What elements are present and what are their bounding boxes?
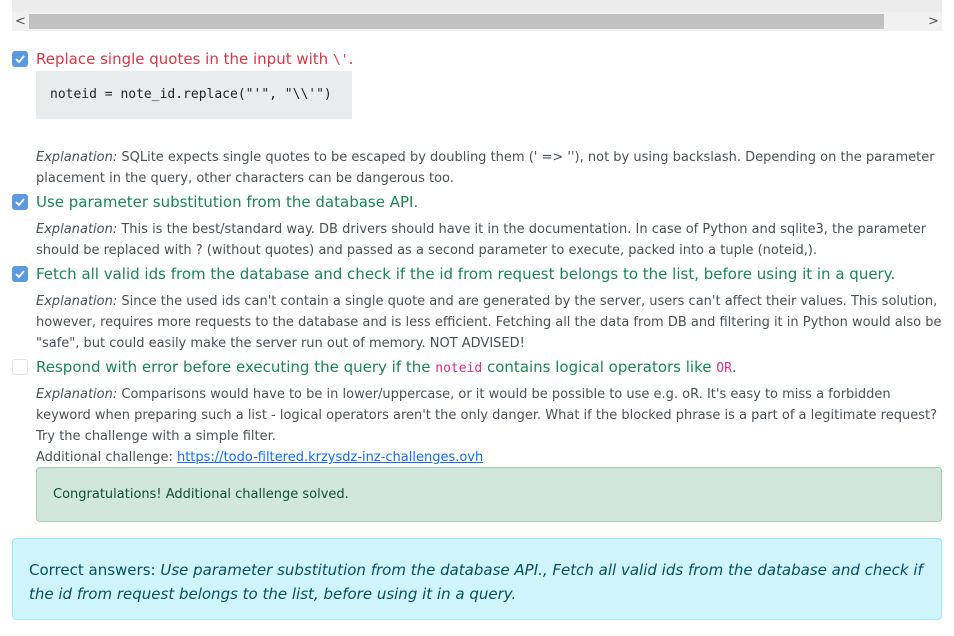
option-4-label-middle: contains logical operators like [482, 358, 717, 376]
option-1-label-suffix: . [348, 50, 354, 68]
option-1-code-block: noteid = note_id.replace("'", "\\'") [36, 71, 352, 119]
explanation-lead: Explanation: [36, 150, 118, 165]
check-icon [15, 55, 25, 64]
explanation-text: This is the best/standard way. DB driver… [36, 222, 927, 258]
option-4-label-code: noteid [435, 361, 483, 376]
option-1-checkbox[interactable] [12, 51, 28, 67]
explanation-lead: Explanation: [36, 294, 118, 309]
option-1-explanation: Explanation: SQLite expects single quote… [36, 147, 942, 189]
scroll-left-icon[interactable]: < [12, 12, 29, 31]
option-4-label-suffix: . [731, 358, 737, 376]
correct-answers-alert: Correct answers: Use parameter substitut… [12, 538, 942, 620]
explanation-text: Comparisons would have to be in lower/up… [36, 387, 937, 444]
additional-challenge-link[interactable]: https://todo-filtered.krzysdz-inz-challe… [177, 450, 483, 465]
horizontal-scrollbar[interactable]: < > [12, 12, 942, 31]
top-strip [12, 0, 942, 12]
scroll-thumb[interactable] [29, 14, 884, 29]
check-icon [15, 198, 25, 207]
option-4-label-text: Respond with error before executing the … [36, 358, 436, 376]
correct-answers-text: Use parameter substitution from the data… [29, 561, 923, 603]
option-4-label[interactable]: Respond with error before executing the … [36, 357, 737, 379]
explanation-text: Since the used ids can't contain a singl… [36, 294, 942, 351]
option-4-label-code2: OR [716, 361, 732, 376]
option-1-code: noteid = note_id.replace("'", "\\'") [50, 87, 332, 102]
option-3-label[interactable]: Fetch all valid ids from the database an… [36, 264, 895, 284]
option-1-label[interactable]: Replace single quotes in the input with … [36, 49, 353, 71]
option-3-explanation: Explanation: Since the used ids can't co… [36, 291, 942, 354]
correct-answers-lead: Correct answers: [29, 561, 161, 579]
option-1-label-code: \' [332, 53, 349, 68]
explanation-lead: Explanation: [36, 222, 118, 237]
check-icon [15, 270, 25, 279]
option-3-checkbox[interactable] [12, 266, 28, 282]
scroll-right-icon[interactable]: > [925, 12, 942, 31]
option-2-label[interactable]: Use parameter substitution from the data… [36, 192, 418, 212]
option-4-explanation: Explanation: Comparisons would have to b… [36, 384, 942, 468]
explanation-text: SQLite expects single quotes to be escap… [36, 150, 935, 186]
explanation-lead: Explanation: [36, 387, 118, 402]
option-4-checkbox[interactable] [12, 359, 28, 375]
option-1-label-text: Replace single quotes in the input with [36, 50, 333, 68]
option-2-explanation: Explanation: This is the best/standard w… [36, 219, 942, 261]
additional-challenge-label: Additional challenge: [36, 450, 177, 465]
option-2-checkbox[interactable] [12, 194, 28, 210]
success-alert: Congratulations! Additional challenge so… [36, 467, 942, 522]
